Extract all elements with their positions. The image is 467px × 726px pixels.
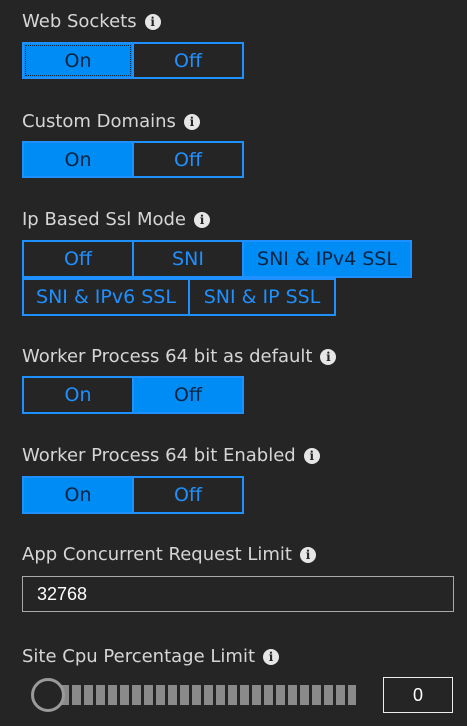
worker-64-enabled-off-button[interactable]: Off (132, 476, 244, 514)
app-concurrent-request-limit-label: App Concurrent Request Limit i (22, 544, 316, 566)
custom-domains-label: Custom Domains i (22, 111, 200, 133)
ssl-mode-sni-ipv6-button[interactable]: SNI & IPv6 SSL (22, 278, 190, 316)
worker-64-default-label: Worker Process 64 bit as default i (22, 346, 337, 368)
info-icon[interactable]: i (303, 448, 320, 464)
worker-64-enabled-on-button[interactable]: On (22, 476, 134, 514)
ssl-mode-sni-ipv4-button[interactable]: SNI & IPv4 SSL (242, 240, 412, 278)
cpu-slider-thumb[interactable] (31, 678, 65, 712)
worker-64-default-on-button[interactable]: On (22, 376, 134, 414)
custom-domains-on-button[interactable]: On (22, 141, 134, 178)
ssl-mode-sni-ip-button[interactable]: SNI & IP SSL (188, 278, 336, 316)
site-cpu-percentage-limit-label: Site Cpu Percentage Limit i (22, 646, 280, 668)
info-icon[interactable]: i (263, 649, 280, 665)
worker-64-enabled-label: Worker Process 64 bit Enabled i (22, 445, 320, 467)
ip-based-ssl-mode-label: Ip Based Ssl Mode i (22, 209, 211, 231)
info-icon[interactable]: i (183, 114, 200, 130)
worker-64-default-off-button[interactable]: Off (132, 376, 244, 414)
app-concurrent-request-limit-input[interactable] (22, 576, 454, 612)
info-icon[interactable]: i (144, 14, 161, 30)
web-sockets-label: Web Sockets i (22, 11, 161, 33)
custom-domains-off-button[interactable]: Off (132, 141, 244, 178)
ssl-mode-sni-button[interactable]: SNI (132, 240, 244, 278)
web-sockets-on-button[interactable]: On (22, 42, 134, 79)
ssl-mode-off-button[interactable]: Off (22, 240, 134, 278)
cpu-percentage-input[interactable] (383, 677, 453, 713)
cpu-slider-track[interactable] (48, 685, 356, 705)
web-sockets-off-button[interactable]: Off (132, 42, 244, 79)
info-icon[interactable]: i (300, 547, 316, 563)
info-icon[interactable]: i (320, 349, 337, 365)
info-icon[interactable]: i (194, 212, 211, 228)
